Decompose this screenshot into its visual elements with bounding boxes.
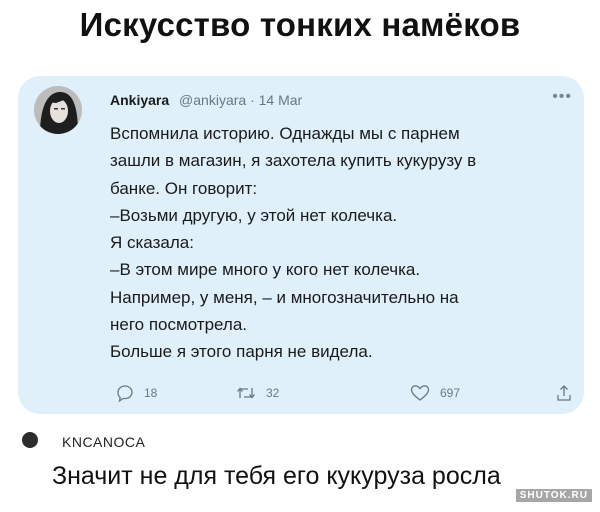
- tweet-line: –В этом мире много у кого нет колечка.: [110, 260, 421, 280]
- commenter-avatar[interactable]: [22, 432, 38, 448]
- tweet-line: Больше я этого парня не видела.: [110, 342, 373, 362]
- watermark: SHUTOK.RU: [515, 489, 592, 502]
- author-handle[interactable]: @ankiyara: [179, 92, 246, 108]
- tweet-line: –Возьми другую, у этой нет колечка.: [110, 205, 398, 225]
- retweet-button[interactable]: 32: [236, 384, 279, 402]
- retweet-icon: [237, 387, 255, 399]
- tweet-line: Например, у меня, – и многозначительно н…: [110, 287, 459, 307]
- tweet-actions: 18 32 697: [18, 384, 584, 408]
- reply-count: 18: [144, 386, 158, 400]
- tweet-date[interactable]: 14 Mar: [259, 92, 303, 108]
- share-button[interactable]: [556, 384, 572, 402]
- tweet-card: Ankiyara @ankiyara · 14 Mar ••• Вспомнил…: [18, 76, 584, 414]
- tweet-line: банке. Он говорит:: [110, 178, 258, 198]
- like-button[interactable]: 697: [410, 384, 460, 402]
- retweet-count: 32: [266, 386, 280, 400]
- tweet-line: Я сказала:: [110, 233, 194, 253]
- tweet-line: Вспомнила историю. Однажды мы с парнем: [110, 124, 460, 143]
- avatar-image: [34, 86, 82, 134]
- reply-button[interactable]: 18: [116, 384, 157, 402]
- header-separator: ·: [250, 92, 255, 108]
- tweet-text: Вспомнила историю. Однажды мы с парнем з…: [110, 120, 570, 366]
- share-icon: [557, 385, 571, 401]
- tweet-line: него посмотрела.: [110, 315, 248, 335]
- tweet-line: зашли в магазин, я захотела купить кукур…: [110, 151, 477, 171]
- commenter-username[interactable]: KNCANOCA: [62, 434, 145, 450]
- comment-text: Значит не для тебя его кукуруза росла: [52, 462, 501, 490]
- more-dots-icon[interactable]: •••: [552, 88, 572, 106]
- comment: KNCANOCA Значит не для тебя его кукуруза…: [22, 426, 582, 506]
- heart-icon: [410, 385, 430, 401]
- avatar[interactable]: [34, 86, 82, 134]
- page-title: Искусство тонких намёков: [79, 6, 521, 43]
- reply-icon: [117, 385, 133, 402]
- like-count: 697: [440, 386, 461, 400]
- author-name[interactable]: Ankiyara: [110, 92, 169, 108]
- tweet-header: Ankiyara @ankiyara · 14 Mar: [110, 92, 302, 108]
